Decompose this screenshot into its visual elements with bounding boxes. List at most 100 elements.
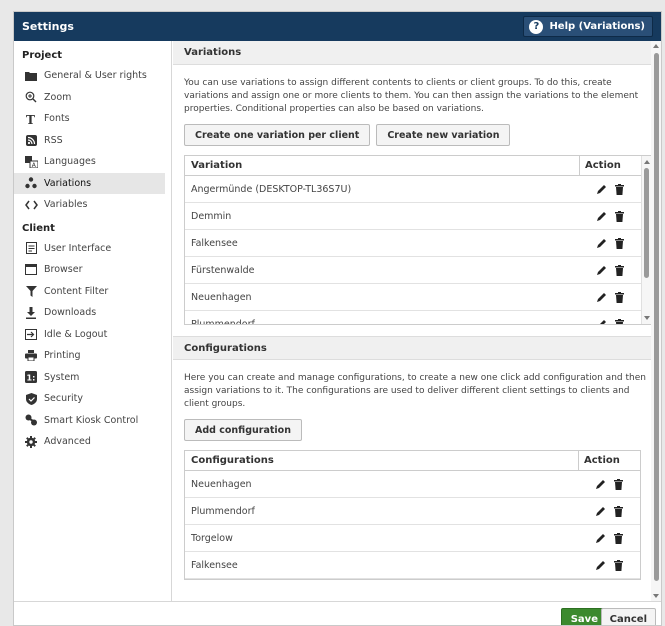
delete-trash-icon[interactable] (615, 237, 624, 249)
rss-icon (24, 133, 38, 147)
edit-pencil-icon[interactable] (596, 292, 607, 303)
row-actions (578, 498, 640, 524)
edit-pencil-icon[interactable] (596, 211, 607, 222)
table-row[interactable]: Demmin (185, 203, 641, 230)
edit-pencil-icon[interactable] (596, 238, 607, 249)
row-actions (579, 257, 641, 283)
title-bar: Settings ? Help (Variations) (14, 12, 661, 41)
sidebar-item-browser[interactable]: Browser (14, 259, 165, 281)
scroll-thumb[interactable] (644, 168, 649, 278)
delete-trash-icon[interactable] (615, 210, 624, 222)
table-row[interactable]: Falkensee (185, 230, 641, 257)
configurations-description: Here you can create and manage configura… (184, 373, 646, 409)
row-actions (578, 471, 640, 497)
delete-trash-icon[interactable] (615, 183, 624, 195)
variations-description: You can use variations to assign differe… (184, 78, 639, 114)
sidebar-item-variables[interactable]: Variables (14, 194, 165, 216)
edit-pencil-icon[interactable] (596, 265, 607, 276)
delete-trash-icon[interactable] (614, 505, 623, 517)
sidebar-item-label: General & User rights (44, 70, 147, 82)
sidebar-item-variations[interactable]: Variations (14, 172, 165, 194)
row-name: Torgelow (191, 532, 233, 544)
table-row[interactable]: Neuenhagen (185, 284, 641, 311)
main-scroll-thumb[interactable] (654, 53, 659, 581)
edit-pencil-icon[interactable] (595, 533, 606, 544)
sidebar-item-idle-logout[interactable]: Idle & Logout (14, 324, 165, 346)
row-actions (579, 230, 641, 256)
create-variation-per-client-button[interactable]: Create one variation per client (184, 124, 371, 146)
variations-section-title: Variations (173, 41, 661, 65)
row-actions (579, 176, 641, 202)
table-row[interactable]: Fürstenwalde (185, 257, 641, 284)
row-name: Falkensee (191, 237, 238, 249)
scroll-down-arrow-icon[interactable] (644, 316, 650, 320)
table-row[interactable]: Plummendorf (185, 498, 640, 525)
sidebar-item-label: Content Filter (44, 285, 109, 297)
user-interface-icon (24, 241, 38, 255)
sidebar-item-system[interactable]: 1: System (14, 367, 165, 389)
sidebar-item-printing[interactable]: Printing (14, 345, 165, 367)
table-row[interactable]: Torgelow (185, 525, 640, 552)
delete-trash-icon[interactable] (614, 559, 623, 571)
filter-icon (24, 284, 38, 298)
scroll-up-arrow-icon[interactable] (644, 160, 650, 164)
row-actions (579, 311, 641, 324)
configurations-section-title: Configurations (173, 336, 661, 360)
cancel-button[interactable]: Cancel (600, 608, 656, 625)
table-row[interactable]: Neuenhagen (185, 471, 640, 498)
table-row[interactable]: Angermünde (DESKTOP-TL36S7U) (185, 176, 641, 203)
sidebar-item-fonts[interactable]: T Fonts (14, 108, 165, 130)
edit-pencil-icon[interactable] (596, 319, 607, 324)
sidebar-item-languages[interactable]: A Languages (14, 151, 165, 173)
sidebar-item-label: Variations (44, 177, 92, 189)
browser-icon (24, 263, 38, 277)
delete-trash-icon[interactable] (615, 318, 624, 324)
settings-window: Settings ? Help (Variations) Project Gen… (13, 11, 662, 626)
row-actions (579, 284, 641, 310)
variations-scrollbar[interactable] (641, 156, 651, 324)
help-button[interactable]: ? Help (Variations) (523, 16, 653, 37)
edit-pencil-icon[interactable] (596, 184, 607, 195)
row-name: Plummendorf (191, 318, 255, 325)
font-icon: T (24, 112, 38, 126)
delete-trash-icon[interactable] (615, 264, 624, 276)
question-icon: ? (529, 19, 544, 34)
sidebar-item-label: Idle & Logout (44, 328, 108, 340)
table-row[interactable]: Plummendorf (185, 311, 641, 325)
row-name: Plummendorf (191, 505, 255, 517)
table-row[interactable]: Falkensee (185, 552, 640, 579)
row-actions (578, 525, 640, 551)
action-column-header: Action (579, 156, 641, 175)
sidebar-item-content-filter[interactable]: Content Filter (14, 281, 165, 303)
sidebar-item-label: Browser (44, 264, 83, 276)
edit-pencil-icon[interactable] (595, 560, 606, 571)
main-scroll-up-icon[interactable] (653, 44, 659, 48)
add-configuration-button[interactable]: Add configuration (184, 419, 302, 441)
edit-pencil-icon[interactable] (595, 506, 606, 517)
delete-trash-icon[interactable] (614, 532, 623, 544)
row-name: Neuenhagen (191, 478, 252, 490)
sidebar-item-zoom[interactable]: Zoom (14, 87, 165, 109)
sidebar-item-general-user-rights[interactable]: General & User rights (14, 65, 165, 87)
logout-icon (24, 327, 38, 341)
sidebar-item-label: Fonts (44, 113, 70, 125)
sidebar-item-user-interface[interactable]: User Interface (14, 238, 165, 260)
sidebar-item-advanced[interactable]: Advanced (14, 431, 165, 453)
create-new-variation-button[interactable]: Create new variation (376, 124, 511, 146)
sidebar-item-label: Variables (44, 199, 88, 211)
main-scrollbar[interactable] (651, 41, 661, 601)
edit-pencil-icon[interactable] (595, 479, 606, 490)
delete-trash-icon[interactable] (614, 478, 623, 490)
folder-icon (24, 69, 38, 83)
sidebar-item-security[interactable]: Security (14, 388, 165, 410)
sidebar-item-smart-kiosk-control[interactable]: Smart Kiosk Control (14, 410, 165, 432)
sidebar-item-label: Printing (44, 350, 81, 362)
svg-text:1:: 1: (27, 374, 36, 383)
sidebar-item-rss[interactable]: RSS (14, 130, 165, 152)
config-action-column-header: Action (578, 451, 640, 470)
delete-trash-icon[interactable] (615, 291, 624, 303)
sidebar-item-downloads[interactable]: Downloads (14, 302, 165, 324)
main-scroll-down-icon[interactable] (653, 594, 659, 598)
system-icon: 1: (24, 370, 38, 384)
row-actions (578, 552, 640, 578)
